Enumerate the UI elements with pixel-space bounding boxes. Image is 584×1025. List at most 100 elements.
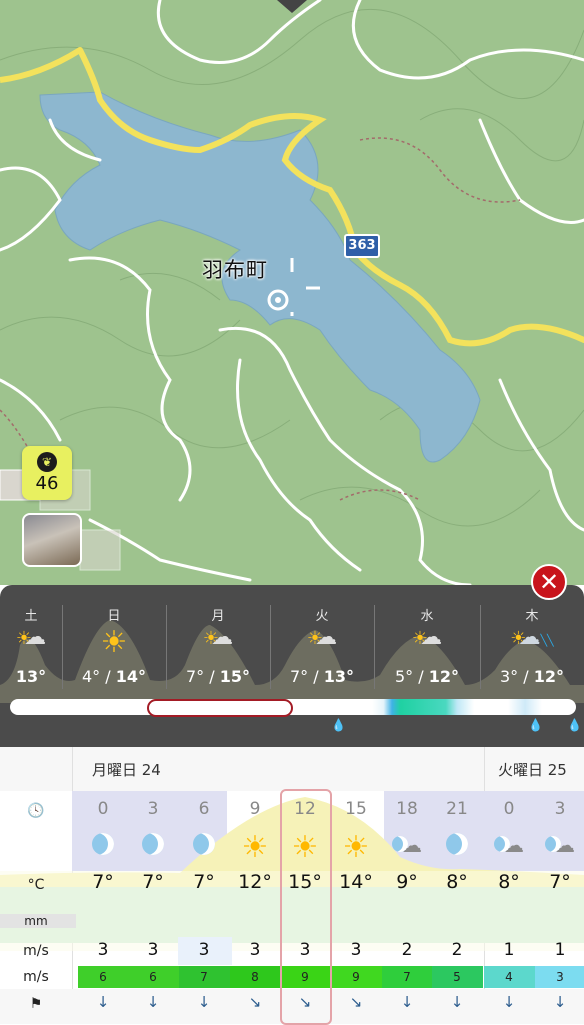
leaf-icon: ❦ xyxy=(37,452,57,472)
windsock-icon: ⚑ xyxy=(29,996,43,1012)
day-temperature: 7° / 13° xyxy=(270,667,374,686)
daily-forecast-panel: 土 ☀☁ 13° 日 ☀ 4° / 14° 月 ☀☁ 7° / 15° 火 ☀☁ 7° / 13° 水 ☀… xyxy=(0,585,584,747)
hour-temperature: 9° xyxy=(396,871,418,893)
selected-hour-highlight[interactable] xyxy=(280,789,332,1025)
precipitation-unit: mm xyxy=(24,914,48,928)
hour-label: 21 xyxy=(446,799,468,819)
moon-cloud-icon: ☁ xyxy=(535,833,584,857)
moon-cloud-icon: ☁ xyxy=(382,833,432,857)
date-label-tuesday: 火曜日 25 xyxy=(498,761,567,779)
wind-speed: 3 xyxy=(97,940,109,960)
gust-speed: 3 xyxy=(556,970,564,984)
hour-label: 3 xyxy=(147,799,159,819)
day-high-temp: 15° xyxy=(219,667,250,686)
day-low-temp: 5° / xyxy=(394,667,429,686)
hour-label: 9 xyxy=(249,799,261,819)
wind-direction-arrow-icon: ↘ xyxy=(349,993,363,1011)
route-number-shield: 363 xyxy=(344,234,380,258)
sun-icon: ☀ xyxy=(100,625,128,660)
day-column[interactable]: 木 ☀☁╲╲ 3° / 12° xyxy=(480,585,584,703)
precipitation-drop-icon: 💧 xyxy=(331,718,346,732)
date-label-monday: 月曜日 24 xyxy=(92,761,161,779)
forecast-timeline-bar[interactable] xyxy=(10,699,576,715)
wind-speed: 3 xyxy=(350,940,362,960)
moon-icon xyxy=(432,833,482,859)
wind-speed: 1 xyxy=(554,940,566,960)
day-name: 火 xyxy=(315,609,329,624)
timeline-selection[interactable] xyxy=(147,699,293,717)
map-view[interactable]: 羽布町 363 ❦ 46 xyxy=(0,0,584,585)
gust-speed: 5 xyxy=(453,970,461,984)
moon-icon xyxy=(78,833,128,859)
hour-label: 0 xyxy=(97,799,109,819)
panel-toggle-arrow[interactable] xyxy=(277,0,307,13)
day-high-temp: 14° xyxy=(115,667,146,686)
webcam-thumbnail[interactable] xyxy=(22,513,82,567)
wind-direction-arrow-icon: ↓ xyxy=(146,993,160,1011)
sun-rain-cloud-icon: ☀☁╲╲ xyxy=(510,625,554,650)
day-high-temp: 13° xyxy=(15,667,47,686)
gust-speed: 8 xyxy=(251,970,259,984)
day-low-temp: 3° / xyxy=(499,667,534,686)
day-separator xyxy=(62,605,63,689)
hour-label: 18 xyxy=(396,799,418,819)
precipitation-drop-icon: 💧 xyxy=(567,718,582,732)
wind-direction-arrow-icon: ↓ xyxy=(502,993,516,1011)
day-low-temp: 4° / xyxy=(81,667,116,686)
moon-icon xyxy=(128,833,178,859)
hour-temperature: 7° xyxy=(142,871,164,893)
hour-label: 6 xyxy=(198,799,210,819)
gust-speed: 7 xyxy=(200,970,208,984)
day-high-temp: 12° xyxy=(533,667,564,686)
day-temperature: 3° / 12° xyxy=(480,667,584,686)
day-column[interactable]: 月 ☀☁ 7° / 15° xyxy=(166,585,270,703)
wind-direction-arrow-icon: ↓ xyxy=(450,993,464,1011)
wind-speed: 3 xyxy=(147,940,159,960)
day-low-temp: 7° / xyxy=(185,667,220,686)
hour-temperature: 12° xyxy=(238,871,272,893)
day-column[interactable]: 水 ☀☁ 5° / 12° xyxy=(374,585,480,703)
day-column[interactable]: 日 ☀ 4° / 14° xyxy=(62,585,166,703)
gust-speed: 9 xyxy=(352,970,360,984)
hour-temperature: 7° xyxy=(549,871,571,893)
sun-cloud-icon: ☀☁ xyxy=(202,625,234,650)
day-temperature: 4° / 14° xyxy=(62,667,166,686)
precipitation-drop-icon: 💧 xyxy=(528,718,543,732)
air-quality-badge[interactable]: ❦ 46 xyxy=(22,446,72,500)
wind-unit: m/s xyxy=(23,943,49,959)
day-temperature: 7° / 15° xyxy=(166,667,270,686)
hour-temperature: 8° xyxy=(498,871,520,893)
wind-speed: 1 xyxy=(503,940,515,960)
sun-icon: ☀ xyxy=(241,830,269,865)
day-high-temp: 12° xyxy=(428,667,459,686)
wind-direction-arrow-icon: ↓ xyxy=(400,993,414,1011)
sun-cloud-icon: ☀☁ xyxy=(15,625,47,650)
hour-temperature: 14° xyxy=(339,871,373,893)
sun-cloud-icon: ☀☁ xyxy=(411,625,443,650)
moon-cloud-icon: ☁ xyxy=(484,833,534,857)
hour-label: 0 xyxy=(503,799,515,819)
wind-speed: 3 xyxy=(249,940,261,960)
day-high-temp: 13° xyxy=(323,667,354,686)
day-column[interactable]: 土 ☀☁ 13° xyxy=(0,585,62,703)
day-separator xyxy=(270,605,271,689)
hour-temperature: 7° xyxy=(92,871,114,893)
wind-direction-arrow-icon: ↘ xyxy=(248,993,262,1011)
moon-icon xyxy=(179,833,229,859)
day-column[interactable]: 火 ☀☁ 7° / 13° xyxy=(270,585,374,703)
close-button[interactable]: ✕ xyxy=(531,564,567,600)
clock-icon: 🕓 xyxy=(27,803,45,819)
day-temperature: 13° xyxy=(0,667,62,686)
gust-speed: 6 xyxy=(149,970,157,984)
temperature-unit: °C xyxy=(27,877,45,893)
sun-icon: ☀ xyxy=(342,830,370,865)
day-name: 日 xyxy=(107,609,121,624)
hour-label: 15 xyxy=(345,799,367,819)
sun-cloud-icon: ☀☁ xyxy=(306,625,338,650)
wind-speed: 2 xyxy=(401,940,413,960)
place-name-label: 羽布町 xyxy=(202,258,268,282)
wind-speed: 3 xyxy=(198,940,210,960)
hour-label: 3 xyxy=(554,799,566,819)
hour-temperature: 7° xyxy=(193,871,215,893)
gust-speed: 4 xyxy=(505,970,513,984)
